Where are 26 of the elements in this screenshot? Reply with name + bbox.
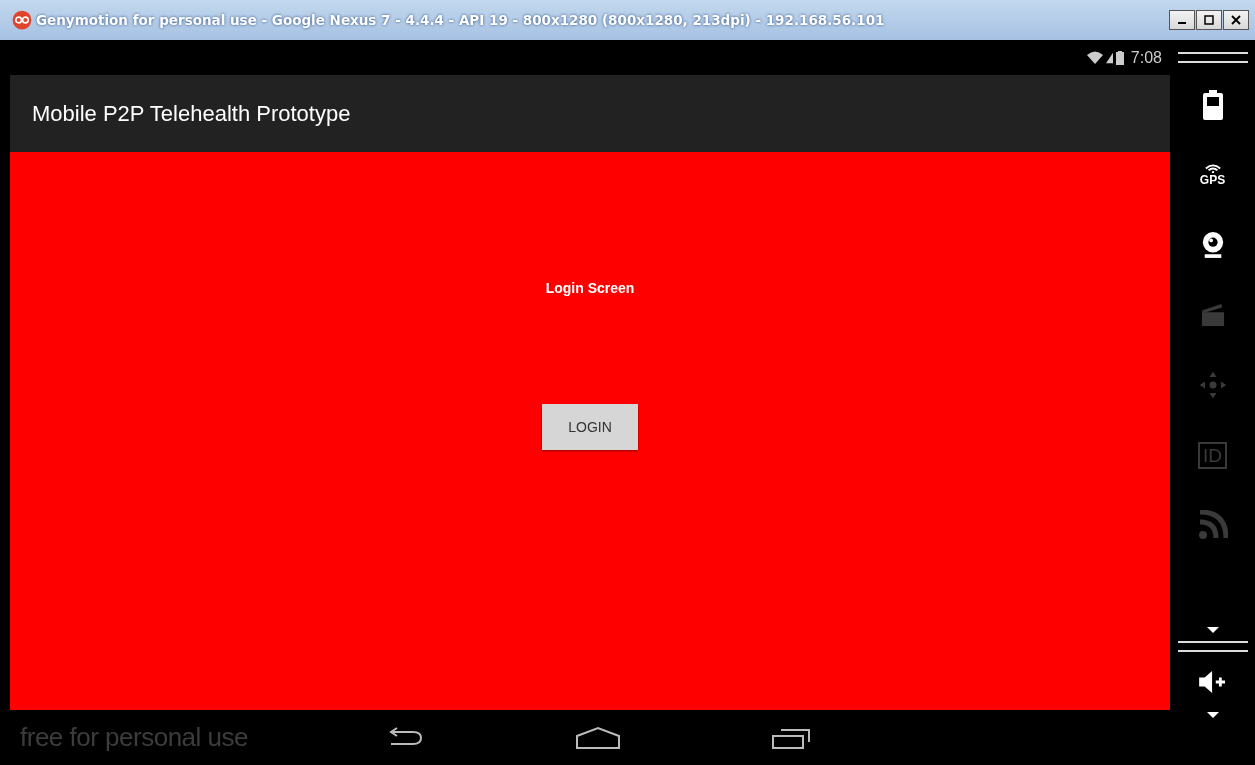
battery-icon (1115, 50, 1124, 65)
gps-button[interactable]: GPS (1199, 163, 1226, 187)
personal-use-notice: free for personal use (19, 722, 249, 753)
panel-grip[interactable] (1177, 641, 1248, 652)
battery-icon[interactable] (1202, 90, 1223, 120)
clock-time: 7:08 (1130, 48, 1162, 67)
volume-up-icon[interactable] (1198, 670, 1227, 694)
app-title: Mobile P2P Telehealth Prototype (32, 100, 351, 127)
caret-down-icon[interactable] (1206, 627, 1219, 633)
app-logo-icon (12, 10, 32, 30)
close-button[interactable] (1223, 10, 1249, 30)
maximize-icon (1204, 15, 1214, 25)
home-icon[interactable] (575, 725, 621, 750)
wifi-icon (1086, 50, 1103, 65)
webcam-icon[interactable] (1200, 231, 1225, 259)
signal-icon (1105, 51, 1113, 64)
maximize-button[interactable] (1196, 10, 1222, 30)
screen-heading: Login Screen (545, 280, 635, 296)
minimize-icon (1178, 22, 1186, 24)
window-title: Genymotion for personal use - Google Nexus 7 - 4.4.4 - API 19 - 800x1280 (800x1280, 213dpi) - 192.168.56.101 (36, 12, 885, 28)
panel-grip[interactable] (1177, 52, 1248, 63)
signal-waves-icon (1203, 163, 1222, 173)
minimize-button[interactable] (1169, 10, 1195, 30)
login-button[interactable]: LOGIN (542, 404, 638, 450)
caret-down-icon[interactable] (1206, 712, 1219, 718)
close-icon (1231, 15, 1241, 25)
